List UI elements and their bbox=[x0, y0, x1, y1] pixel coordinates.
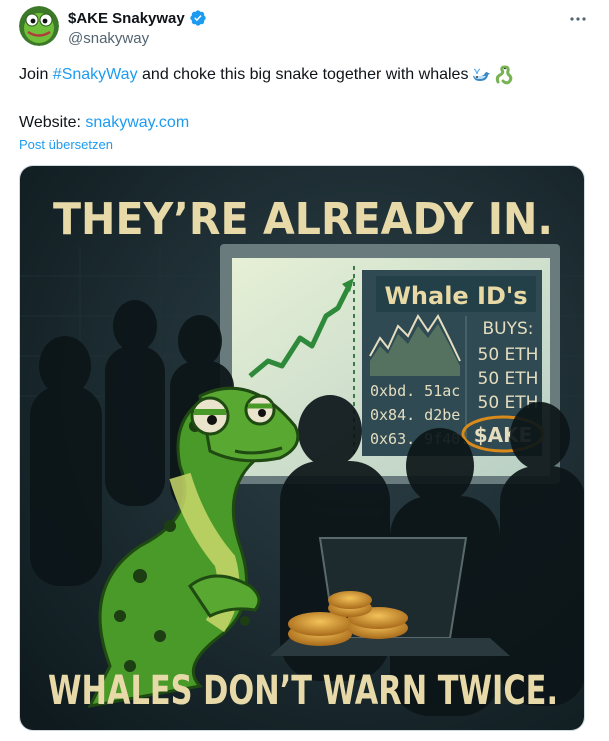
display-name[interactable]: $AKE Snakyway bbox=[68, 10, 185, 27]
screen-title: Whale ID's bbox=[384, 282, 527, 310]
author-names: $AKE Snakyway @snakyway bbox=[68, 8, 207, 47]
verified-badge-icon[interactable] bbox=[189, 9, 207, 27]
meme-illustration: Whale ID's 0xbd. 51ac 0x84. d2be 0x63. 9… bbox=[20, 166, 584, 730]
avatar-frog-icon bbox=[19, 6, 59, 46]
more-options-button[interactable] bbox=[565, 8, 591, 30]
headline-bottom: WHALES DON’T WARN TWICE. bbox=[48, 668, 558, 714]
tweet-text-line: Join #SnakyWay and choke this big snake … bbox=[19, 64, 591, 86]
website-line: Website: snakyway.com bbox=[19, 112, 189, 134]
author-handle[interactable]: @snakyway bbox=[68, 30, 207, 47]
buy-2: 50 ETH bbox=[478, 369, 539, 389]
whale-icon bbox=[473, 68, 491, 81]
buy-1: 50 ETH bbox=[478, 345, 539, 365]
more-dots-icon bbox=[570, 17, 586, 21]
buys-header: BUYS: bbox=[482, 319, 533, 339]
hashtag-link[interactable]: #SnakyWay bbox=[53, 64, 138, 86]
wallet-2: 0x84. d2be bbox=[370, 406, 460, 424]
translate-post-link[interactable]: Post übersetzen bbox=[19, 137, 113, 152]
tweet-header: $AKE Snakyway @snakyway bbox=[19, 6, 591, 54]
website-label: Website: bbox=[19, 114, 86, 131]
wallet-1: 0xbd. 51ac bbox=[370, 382, 460, 400]
website-link[interactable]: snakyway.com bbox=[85, 114, 189, 131]
display-name-row: $AKE Snakyway bbox=[68, 8, 207, 28]
tweet-text-after: and choke this big snake together with w… bbox=[137, 66, 469, 83]
snake-icon bbox=[496, 65, 513, 85]
avatar[interactable] bbox=[19, 6, 59, 46]
tweet-media-image[interactable]: Whale ID's 0xbd. 51ac 0x84. d2be 0x63. 9… bbox=[19, 165, 585, 731]
tweet-text: Join #SnakyWay and choke this big snake … bbox=[19, 64, 591, 86]
headline-top: THEY’RE ALREADY IN. bbox=[53, 194, 553, 245]
tweet-text-before: Join bbox=[19, 66, 53, 83]
